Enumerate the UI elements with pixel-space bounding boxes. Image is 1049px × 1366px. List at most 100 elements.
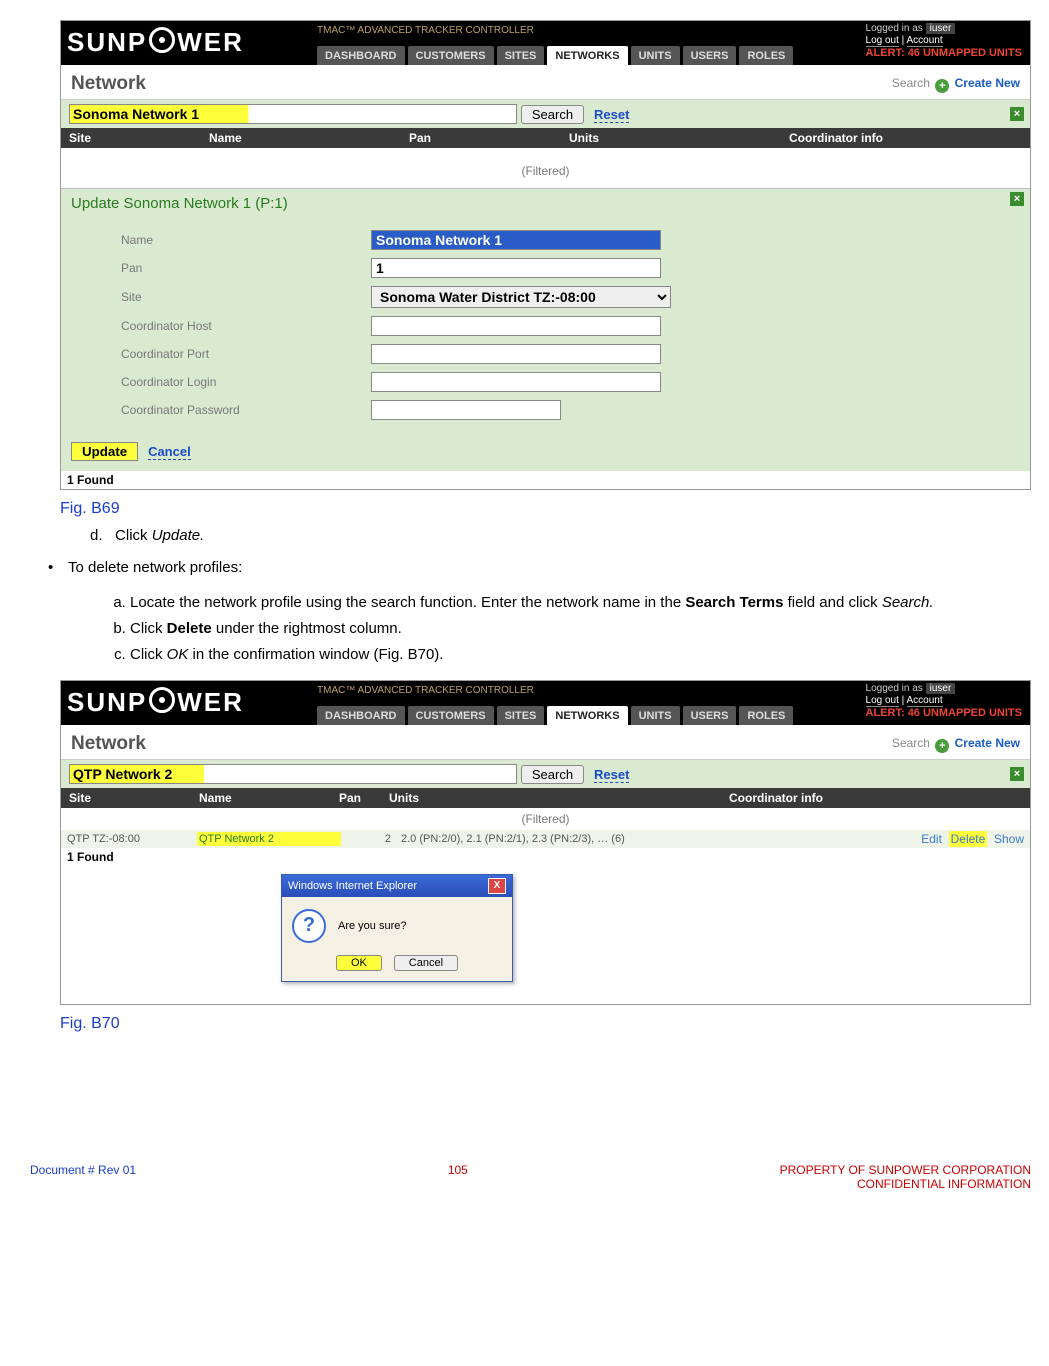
screenshot-fig-b69: SUNPWER TMAC™ ADVANCED TRACKER CONTROLLE…	[60, 20, 1031, 490]
cancel-link[interactable]: Cancel	[148, 444, 191, 460]
row-units: 2.0 (PN:2/0), 2.1 (PN:2/1), 2.3 (PN:2/3)…	[401, 833, 831, 845]
nav-tabs: DASHBOARD CUSTOMERS SITES NETWORKS UNITS…	[317, 46, 793, 65]
search-button[interactable]: Search	[521, 765, 584, 784]
step-a: Locate the network profile using the sea…	[130, 593, 1031, 613]
footer-right: PROPERTY OF SUNPOWER CORPORATION CONFIDE…	[780, 1163, 1031, 1191]
app-subtitle: TMAC™ ADVANCED TRACKER CONTROLLER	[317, 685, 534, 696]
plus-icon[interactable]: +	[935, 739, 949, 753]
page-title: Network	[71, 73, 146, 95]
figure-caption-b69: Fig. B69	[60, 500, 1031, 518]
col-units: Units	[569, 131, 789, 145]
app-header: SUNPWER TMAC™ ADVANCED TRACKER CONTROLLE…	[61, 681, 1030, 725]
question-icon: ?	[292, 909, 326, 943]
tab-networks[interactable]: NETWORKS	[547, 706, 627, 725]
close-icon[interactable]: X	[488, 878, 506, 894]
row-site: QTP TZ:-08:00	[67, 833, 197, 845]
tab-users[interactable]: USERS	[683, 706, 737, 725]
col-site: Site	[69, 791, 199, 805]
step-d-prefix: d.	[90, 527, 103, 544]
search-input[interactable]	[69, 104, 517, 124]
site-select[interactable]: Sonoma Water District TZ:-08:00	[371, 286, 671, 308]
tab-roles[interactable]: ROLES	[739, 46, 793, 65]
page-footer: Document # Rev 01 105 PROPERTY OF SUNPOW…	[30, 1163, 1031, 1191]
tab-roles[interactable]: ROLES	[739, 706, 793, 725]
tab-sites[interactable]: SITES	[497, 706, 545, 725]
delete-link[interactable]: Delete	[949, 831, 988, 847]
reset-link[interactable]: Reset	[594, 107, 629, 123]
col-name: Name	[209, 131, 409, 145]
column-headers: Site Name Pan Units Coordinator info	[61, 788, 1030, 808]
password-label: Coordinator Password	[71, 403, 371, 417]
col-units: Units	[389, 791, 729, 805]
tab-customers[interactable]: CUSTOMERS	[408, 46, 494, 65]
close-icon[interactable]: ×	[1010, 192, 1024, 206]
logged-in-label: Logged in as	[866, 683, 923, 694]
port-input[interactable]	[371, 344, 661, 364]
col-pan: Pan	[339, 791, 389, 805]
host-input[interactable]	[371, 316, 661, 336]
app-subtitle: TMAC™ ADVANCED TRACKER CONTROLLER	[317, 25, 534, 36]
search-label[interactable]: Search	[892, 736, 930, 750]
account-link[interactable]: Account	[907, 35, 943, 47]
step-d-pre: Click	[115, 527, 152, 544]
show-link[interactable]: Show	[994, 832, 1024, 846]
col-coord: Coordinator info	[789, 131, 883, 145]
search-bar: Search Reset ×	[61, 760, 1030, 788]
name-label: Name	[71, 233, 371, 247]
plus-icon[interactable]: +	[935, 79, 949, 93]
ok-button[interactable]: OK	[336, 955, 382, 971]
tab-dashboard[interactable]: DASHBOARD	[317, 706, 405, 725]
logo: SUNPWER	[67, 23, 244, 58]
bullet-text: To delete network profiles:	[68, 558, 242, 578]
update-button[interactable]: Update	[71, 442, 138, 461]
password-input[interactable]	[371, 400, 561, 420]
row-name: QTP Network 2	[197, 832, 341, 846]
col-coord: Coordinator info	[729, 791, 823, 805]
reset-link[interactable]: Reset	[594, 767, 629, 783]
row-pan: 2	[341, 833, 401, 845]
tab-dashboard[interactable]: DASHBOARD	[317, 46, 405, 65]
create-new-link[interactable]: Create New	[955, 76, 1020, 90]
filtered-label: (Filtered)	[61, 148, 1030, 188]
close-icon[interactable]: ×	[1010, 107, 1024, 121]
footer-page-number: 105	[448, 1163, 468, 1191]
edit-link[interactable]: Edit	[921, 832, 942, 846]
account-link[interactable]: Account	[907, 695, 943, 707]
tab-sites[interactable]: SITES	[497, 46, 545, 65]
filtered-label: (Filtered)	[61, 808, 1030, 830]
footer-left: Document # Rev 01	[30, 1163, 136, 1191]
tab-units[interactable]: UNITS	[631, 706, 680, 725]
col-name: Name	[199, 791, 339, 805]
nav-tabs: DASHBOARD CUSTOMERS SITES NETWORKS UNITS…	[317, 706, 793, 725]
username: iuser	[926, 23, 956, 34]
col-site: Site	[69, 131, 209, 145]
tab-users[interactable]: USERS	[683, 46, 737, 65]
cancel-button[interactable]: Cancel	[394, 955, 458, 971]
search-input[interactable]	[69, 764, 517, 784]
pan-input[interactable]	[371, 258, 661, 278]
search-button[interactable]: Search	[521, 105, 584, 124]
update-panel: × Update Sonoma Network 1 (P:1) Name Pan…	[61, 188, 1030, 471]
tab-networks[interactable]: NETWORKS	[547, 46, 627, 65]
page-title: Network	[71, 733, 146, 755]
login-input[interactable]	[371, 372, 661, 392]
logout-link[interactable]: Log out	[866, 35, 899, 47]
table-row: QTP TZ:-08:00 QTP Network 2 2 2.0 (PN:2/…	[61, 830, 1030, 848]
search-bar: Search Reset ×	[61, 100, 1030, 128]
step-c: Click OK in the confirmation window (Fig…	[130, 645, 1031, 665]
figure-caption-b70: Fig. B70	[60, 1015, 1031, 1033]
title-bar: Network Search + Create New	[61, 65, 1030, 100]
name-input[interactable]	[371, 230, 661, 250]
search-label[interactable]: Search	[892, 76, 930, 90]
dialog-message: Are you sure?	[338, 920, 406, 932]
login-label: Coordinator Login	[71, 375, 371, 389]
col-pan: Pan	[409, 131, 569, 145]
logout-link[interactable]: Log out	[866, 695, 899, 707]
close-icon[interactable]: ×	[1010, 767, 1024, 781]
found-count: 1 Found	[61, 848, 1030, 866]
step-b: Click Delete under the rightmost column.	[130, 619, 1031, 639]
port-label: Coordinator Port	[71, 347, 371, 361]
create-new-link[interactable]: Create New	[955, 736, 1020, 750]
tab-customers[interactable]: CUSTOMERS	[408, 706, 494, 725]
tab-units[interactable]: UNITS	[631, 46, 680, 65]
